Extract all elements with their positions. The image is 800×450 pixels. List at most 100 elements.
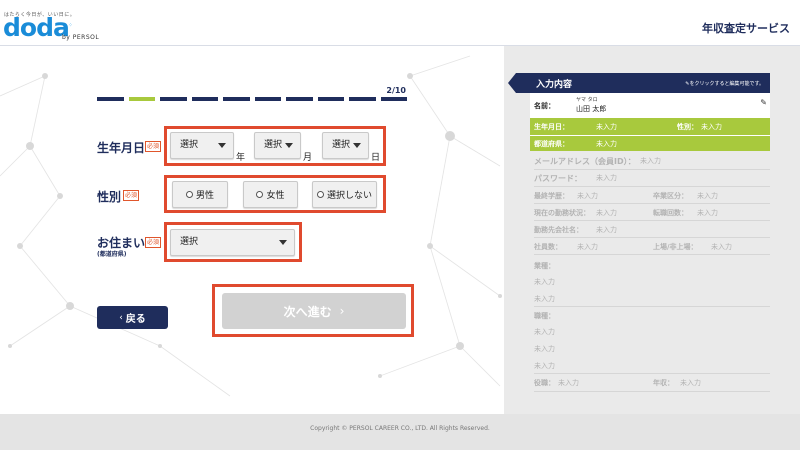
occupation-summary-value-1: 未入力 [534,328,555,336]
divider [534,373,770,374]
doda-logo[interactable]: doda [3,14,70,42]
occupation-summary-value-2: 未入力 [534,345,555,353]
progress-text: 2/10 [386,86,406,95]
progress-step [349,97,376,101]
service-title: 年収査定サービス [702,22,790,35]
password-summary-label: パスワード： [534,174,582,183]
residence-required-badge: 必須 [145,237,162,248]
employees-summary-value: 未入力 [577,243,598,251]
divider [534,169,770,170]
jobchanges-summary-label: 転職回数： [653,209,688,217]
radio-icon [185,191,193,198]
birthdate-summary-label: 生年月日： [534,123,569,131]
chevron-right-icon: › [339,304,345,318]
month-unit: 月 [303,153,313,163]
industry-summary-label: 業種： [534,262,555,270]
pencil-icon[interactable]: ✎ [760,98,767,107]
divider [534,237,770,238]
education-summary-value: 未入力 [577,192,598,200]
divider [534,391,770,392]
prefecture-summary-value: 未入力 [596,140,617,148]
listed-summary-value: 未入力 [711,243,732,251]
prefecture-select-value: 選択 [180,237,199,247]
divider [530,135,770,136]
gender-option-female[interactable]: 女性 [243,181,298,208]
logo-dots-icon: ⁘ [68,22,74,29]
position-summary-label: 役職： [534,379,555,387]
back-button-label: 戻る [125,314,146,325]
gender-option-male[interactable]: 男性 [172,181,228,208]
industry-summary-value-1: 未入力 [534,278,555,286]
email-summary-value: 未入力 [640,157,661,165]
next-button[interactable]: 次へ進む › [222,293,406,329]
chevron-down-icon [353,143,361,148]
birth-day-select[interactable]: 選択 [322,132,369,159]
position-summary-value: 未入力 [558,379,579,387]
listed-summary-label: 上場/非上場： [653,243,698,251]
divider [534,306,770,307]
panel-header: 入力内容 ✎をクリックすると編集可能です。 [508,73,770,93]
chevron-down-icon [285,143,293,148]
employees-summary-label: 社員数： [534,243,562,251]
gender-option-label: 選択しない [326,191,372,201]
gender-option-label: 男性 [195,191,214,201]
divider [534,186,770,187]
prefecture-select[interactable]: 選択 [170,229,295,256]
employment-summary-value: 未入力 [596,209,617,217]
chevron-left-icon: ‹ [119,312,123,323]
gender-label: 性別 [97,190,122,204]
birthdate-summary-value: 未入力 [596,123,617,131]
birth-month-select[interactable]: 選択 [254,132,301,159]
radio-icon [256,191,264,198]
jobchanges-summary-value: 未入力 [697,209,718,217]
panel-title: 入力内容 [536,80,573,90]
gender-summary-value: 未入力 [701,123,722,131]
gender-summary-label: 性別： [677,123,698,131]
gender-required-badge: 必須 [123,190,140,201]
income-summary-label: 年収： [653,379,674,387]
employment-summary-label: 現在の勤務状況： [534,209,590,217]
progress-step [254,97,281,101]
graduation-summary-label: 卒業区分： [653,192,688,200]
name-row[interactable]: 名前： ヤマ タロ 山田 太郎 ✎ [530,93,770,117]
birth-year-select[interactable]: 選択 [170,132,234,159]
gender-option-unspecified[interactable]: 選択しない [312,181,377,208]
email-summary-label: メールアドレス（会員ID）： [534,157,636,166]
panel-edit-note-text: をクリックすると編集可能です。 [689,81,764,87]
divider [534,203,770,204]
industry-summary-value-2: 未入力 [534,295,555,303]
chevron-down-icon [279,240,287,245]
occupation-summary-value-3: 未入力 [534,362,555,370]
income-summary-value: 未入力 [680,379,701,387]
radio-icon [316,191,324,198]
progress-step [97,97,124,101]
chevron-down-icon [218,143,226,148]
progress-step [286,97,313,101]
progress-step [380,97,407,101]
divider [534,254,770,255]
name-label: 名前： [534,102,555,110]
divider [534,220,770,221]
year-unit: 年 [236,153,246,163]
birth-year-select-value: 選択 [180,140,199,150]
name-value: 山田 太郎 [576,105,607,113]
progress-step [160,97,187,101]
next-button-label: 次へ進む [283,304,332,319]
graduation-summary-value: 未入力 [697,192,718,200]
company-summary-label: 勤務先会社名： [534,226,583,234]
copyright: Copyright © PERSOL CAREER CO., LTD. All … [310,425,490,432]
panel-notch [508,73,516,93]
company-summary-value: 未入力 [596,226,617,234]
back-button[interactable]: ‹ 戻る [97,306,168,329]
residence-sublabel: (都道府県) [97,251,127,258]
header: はたらく今日が、いい日に。 doda ⁘ by PERSOL 年収査定サービス [0,0,800,46]
footer: Copyright © PERSOL CAREER CO., LTD. All … [0,414,800,450]
occupation-summary-label: 職種： [534,312,555,320]
panel-edit-note: ✎をクリックすると編集可能です。 [685,80,764,87]
birthdate-required-badge: 必須 [145,141,162,152]
progress-step-current [128,97,155,101]
prefecture-summary-label: 都道府県： [534,140,569,148]
day-unit: 日 [371,153,381,163]
education-summary-label: 最終学歴： [534,192,569,200]
gender-option-label: 女性 [266,191,285,201]
